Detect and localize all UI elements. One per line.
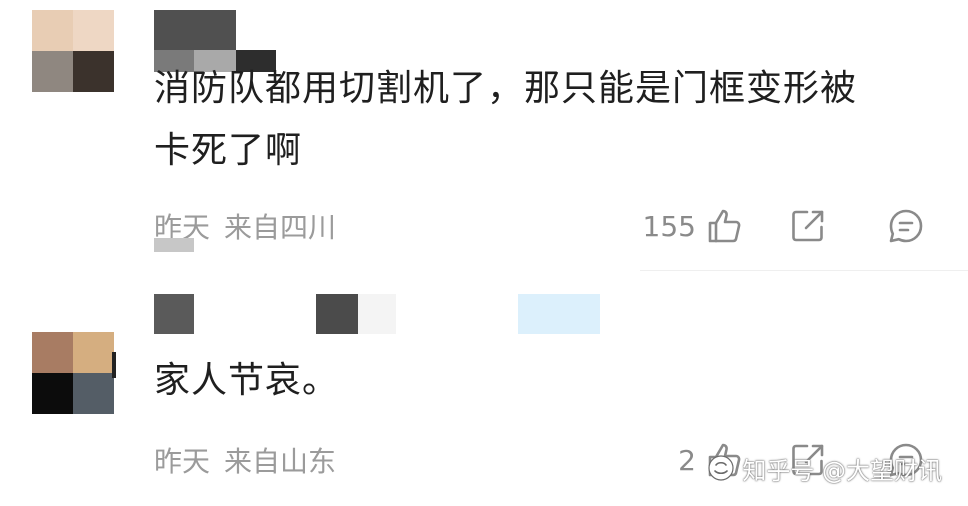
- thumbs-up-icon[interactable]: [704, 206, 744, 246]
- comment-divider: [640, 270, 968, 271]
- like-count: 155: [642, 209, 696, 243]
- redacted-artifact: [112, 352, 116, 378]
- comment-text-line-1: 家人节哀。: [154, 360, 340, 401]
- zhihu-logo-icon: [706, 453, 736, 483]
- watermark: 知乎号 @大望财讯: [706, 448, 942, 488]
- comment-text-line-2: 卡死了啊: [154, 130, 303, 171]
- comment-time: 昨天: [154, 445, 211, 478]
- user-avatar[interactable]: [32, 332, 114, 414]
- comment-meta: 昨天 来自山东: [154, 440, 336, 480]
- share-icon[interactable]: [788, 206, 828, 246]
- comment-location: 来自四川: [224, 211, 337, 244]
- user-avatar[interactable]: [32, 10, 114, 92]
- comment-location: 来自山东: [224, 445, 337, 478]
- reply-bubble-icon[interactable]: [886, 206, 926, 246]
- watermark-text: 知乎号 @大望财讯: [742, 456, 942, 485]
- like-count: 2: [678, 443, 696, 477]
- comment-actions: 155: [643, 204, 926, 248]
- redacted-artifact: [154, 238, 194, 252]
